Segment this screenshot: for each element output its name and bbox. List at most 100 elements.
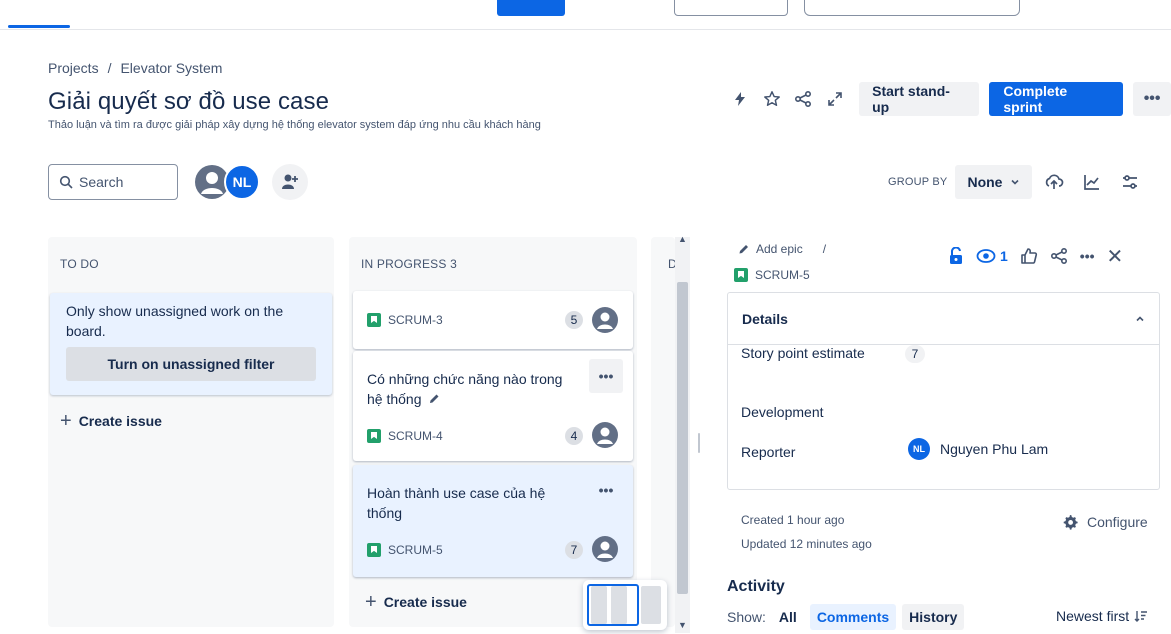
show-label: Show: (727, 609, 766, 625)
column-header: TO DO (60, 257, 99, 271)
reporter-field[interactable]: NL Nguyen Phu Lam (908, 438, 1048, 460)
page-title: Giải quyết sơ đồ use case (48, 88, 330, 115)
story-points: 5 (565, 311, 583, 329)
lock-icon[interactable] (948, 242, 964, 270)
create-issue-button[interactable]: + Create issue (365, 591, 467, 613)
nav-active-indicator (8, 25, 70, 28)
issue-card[interactable]: SCRUM-3 5 (353, 291, 633, 349)
activity-header: Activity (727, 578, 785, 595)
unassigned-info-text: Only show unassigned work on the board. (66, 303, 284, 339)
group-by-select[interactable]: None (955, 165, 1033, 199)
board-search[interactable]: Search (48, 164, 178, 200)
column-todo: TO DO Only show unassigned work on the b… (48, 237, 334, 627)
automation-icon[interactable] (724, 83, 756, 115)
reporter-avatar: NL (908, 438, 930, 460)
detail-more-button[interactable]: ••• (1080, 242, 1095, 270)
group-by-label: GROUP BY (888, 176, 948, 188)
activity-filter-all[interactable]: All (772, 604, 804, 630)
top-navigation (0, 0, 1171, 30)
unassigned-avatar-icon[interactable] (591, 535, 619, 563)
chevron-down-icon (1011, 179, 1020, 185)
issue-key: SCRUM-3 (367, 313, 443, 327)
issue-card-selected[interactable]: Hoàn thành use case của hệ thống ••• SCR… (353, 465, 633, 577)
create-button[interactable] (497, 0, 565, 16)
top-outline-button[interactable] (674, 0, 788, 16)
breadcrumb-project[interactable]: Elevator System (120, 60, 222, 76)
created-time: Created 1 hour ago (741, 513, 845, 527)
watch-count: 1 (1000, 248, 1008, 264)
create-issue-button[interactable]: + Create issue (60, 410, 162, 432)
like-icon[interactable] (1020, 242, 1038, 270)
story-icon (367, 313, 381, 327)
activity-filter-history[interactable]: History (902, 604, 965, 630)
development-label: Development (741, 404, 824, 420)
star-icon[interactable] (756, 83, 788, 115)
breadcrumb-separator: / (107, 60, 112, 76)
header-actions: Start stand-up Complete sprint ••• (724, 82, 1171, 116)
edit-icon[interactable] (428, 393, 440, 405)
story-points-value[interactable]: 7 (905, 345, 925, 363)
epic-breadcrumb: Add epic / (738, 242, 826, 256)
column-header: IN PROGRESS 3 (361, 257, 457, 271)
panel-resize-handle[interactable] (698, 433, 700, 453)
add-people-icon[interactable] (272, 164, 308, 200)
start-standup-button[interactable]: Start stand-up (859, 82, 980, 116)
issue-key: SCRUM-4 (367, 429, 443, 443)
sprint-goal: Thảo luận và tìm ra được giải pháp xây d… (48, 119, 541, 131)
column-in-progress: IN PROGRESS 3 SCRUM-3 5 Có những chức nă… (349, 237, 637, 627)
issue-detail-panel: Add epic / SCRUM-5 1 ••• ✕ Details Story… (712, 230, 1171, 634)
issue-summary: Có những chức năng nào trong hệ thống (367, 371, 563, 407)
board-minimap[interactable] (583, 580, 667, 630)
scroll-down-icon[interactable]: ▼ (678, 620, 687, 630)
issue-summary: Hoàn thành use case của hệ thống (367, 485, 546, 521)
reporter-name: Nguyen Phu Lam (940, 441, 1049, 457)
board-toolbar: GROUP BY None (888, 164, 1146, 200)
unassigned-avatar-icon[interactable] (591, 421, 619, 449)
breadcrumb-projects[interactable]: Projects (48, 60, 99, 76)
gear-icon (1063, 515, 1078, 530)
details-header[interactable]: Details (728, 293, 1159, 345)
view-settings-icon[interactable] (1114, 165, 1146, 199)
story-icon (367, 429, 381, 443)
card-more-button[interactable]: ••• (589, 359, 623, 393)
configure-button[interactable]: Configure (1062, 514, 1148, 530)
story-icon (734, 268, 748, 282)
close-icon[interactable]: ✕ (1107, 242, 1124, 270)
plus-icon: + (60, 410, 72, 432)
story-points-label: Story point estimate (741, 345, 865, 361)
scroll-up-icon[interactable]: ▲ (678, 234, 687, 244)
global-search-input[interactable] (804, 0, 1020, 16)
more-actions-button[interactable]: ••• (1133, 82, 1171, 116)
scrollbar-thumb[interactable] (677, 282, 688, 594)
pencil-icon (739, 245, 748, 254)
search-placeholder: Search (79, 174, 124, 190)
insights-icon[interactable] (1076, 165, 1108, 199)
unassigned-info: Only show unassigned work on the board. … (50, 293, 332, 395)
watch-button[interactable]: 1 (976, 242, 1008, 270)
share-icon[interactable] (788, 83, 820, 115)
sort-order-button[interactable]: Newest first (1056, 608, 1148, 624)
user-avatar[interactable]: NL (224, 164, 260, 200)
release-icon[interactable] (1038, 165, 1070, 199)
complete-sprint-button[interactable]: Complete sprint (989, 82, 1124, 116)
story-points: 4 (565, 427, 583, 445)
minimap-viewport[interactable] (587, 584, 639, 626)
card-more-button[interactable]: ••• (589, 473, 623, 507)
chevron-up-icon (1136, 315, 1144, 321)
unassigned-avatar-icon[interactable] (591, 306, 619, 334)
plus-icon: + (365, 591, 377, 613)
details-section: Details (727, 292, 1160, 490)
issue-card[interactable]: Có những chức năng nào trong hệ thống ••… (353, 351, 633, 461)
share-icon[interactable] (1050, 242, 1068, 270)
detail-issue-key[interactable]: SCRUM-5 (734, 268, 810, 282)
issue-key: SCRUM-5 (367, 543, 443, 557)
activity-filter-comments[interactable]: Comments (809, 604, 897, 630)
breadcrumb: Projects / Elevator System (48, 60, 222, 76)
column-done: D (651, 237, 677, 627)
unassigned-filter-button[interactable]: Turn on unassigned filter (66, 347, 316, 381)
expand-icon[interactable] (819, 83, 851, 115)
epic-separator: / (822, 242, 827, 256)
reporter-label: Reporter (741, 444, 796, 460)
add-epic-link[interactable]: Add epic (756, 242, 803, 256)
assignee-filter: NL (194, 164, 308, 200)
